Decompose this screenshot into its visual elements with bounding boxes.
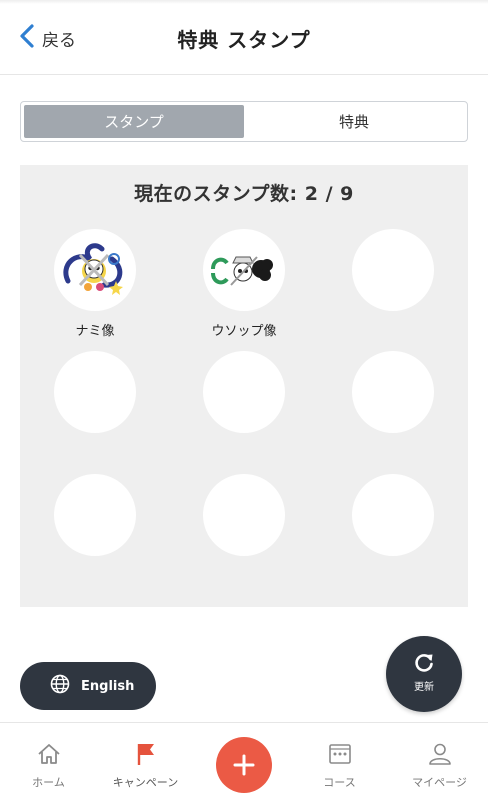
globe-icon — [50, 674, 70, 698]
stamp-card-panel: 現在のスタンプ数: 2 / 9 ナミ像 ウソップ像 — [20, 165, 468, 607]
language-label: English — [81, 678, 135, 694]
stamp-label-usopp: ウソップ像 — [211, 324, 277, 339]
tab-stamp[interactable]: スタンプ — [24, 105, 244, 138]
stamp-slot-empty — [54, 474, 136, 556]
page-title: 特典 スタンプ — [177, 28, 311, 52]
refresh-button[interactable]: 更新 — [386, 636, 462, 712]
nami-jolly-roger-icon — [54, 243, 136, 311]
top-navigation-bar: 戻る 特典 スタンプ — [0, 0, 488, 75]
stamp-slot-empty — [54, 351, 136, 433]
status-bar-shadow — [0, 0, 488, 4]
nav-item-course[interactable]: コース — [291, 723, 388, 800]
stamp-slot-empty — [352, 229, 434, 311]
stamp-slot-empty — [203, 474, 285, 556]
nav-item-home[interactable]: ホーム — [0, 723, 97, 800]
stamp-label-nami: ナミ像 — [75, 324, 115, 339]
stamp-slot-empty — [203, 351, 285, 433]
refresh-label: 更新 — [414, 682, 434, 693]
stamp-slot-empty — [352, 474, 434, 556]
stamp-benefit-segmented-control: スタンプ 特典 — [20, 101, 468, 142]
nav-label-campaign: キャンペーン — [112, 776, 179, 789]
nav-label-mypage: マイページ — [412, 776, 467, 789]
nav-item-mypage[interactable]: マイページ — [391, 723, 488, 800]
add-button[interactable] — [216, 737, 272, 793]
nav-label-home: ホーム — [32, 776, 65, 789]
stamp-slot-nami[interactable] — [54, 229, 136, 311]
stamp-count-text: 現在のスタンプ数: 2 / 9 — [134, 183, 354, 205]
nav-item-campaign[interactable]: キャンペーン — [97, 723, 194, 800]
stamp-slot-empty — [352, 351, 434, 433]
usopp-jolly-roger-icon — [203, 256, 285, 311]
stamp-slot-usopp[interactable] — [203, 229, 285, 311]
language-english-button[interactable]: English — [20, 662, 156, 710]
tab-benefit[interactable]: 特典 — [244, 105, 464, 138]
nav-label-course: コース — [323, 776, 356, 789]
